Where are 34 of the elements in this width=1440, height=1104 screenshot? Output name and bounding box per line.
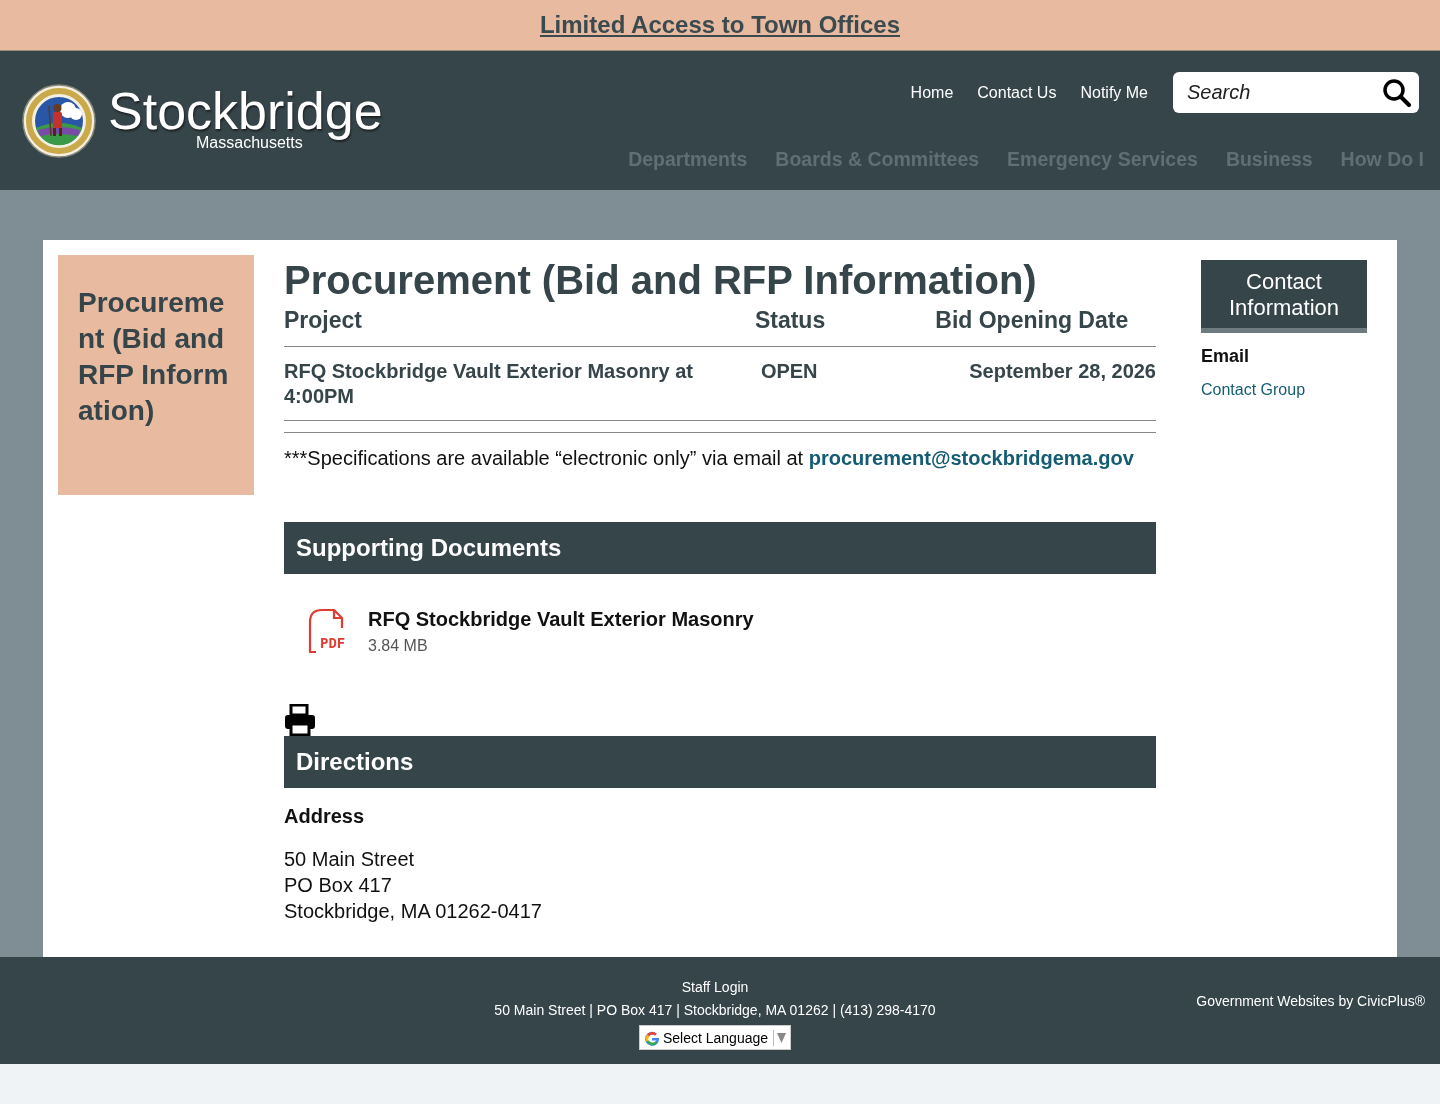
column-header: Status bbox=[754, 303, 930, 347]
credit-text: Government Websites by CivicPlus® bbox=[1196, 993, 1425, 1009]
address-text: 50 Main Street PO Box 417 Stockbridge, MA 01262-0417 bbox=[284, 847, 543, 924]
contact-link[interactable]: Contact Group bbox=[1201, 381, 1306, 399]
file-size: 3.84 MB bbox=[368, 637, 429, 655]
email-link[interactable]: procurement@stockbridgema.gov bbox=[808, 447, 1134, 469]
address-label: Address bbox=[284, 805, 366, 828]
utility-link[interactable]: Notify Me bbox=[1080, 83, 1148, 102]
column-header: Bid Opening Date bbox=[929, 303, 1156, 347]
utility-link[interactable]: Home bbox=[910, 83, 954, 102]
contact-header: Contact Information bbox=[1201, 260, 1367, 333]
document-link[interactable]: RFQ Stockbridge Vault Exterior Masonry bbox=[368, 608, 754, 631]
page-title: Procurement (Bid and RFP Information) bbox=[284, 257, 1038, 303]
search-icon bbox=[1382, 78, 1411, 107]
file-type-label: PDF bbox=[320, 635, 346, 651]
search-field[interactable]: Search bbox=[1173, 72, 1419, 113]
document-icon bbox=[308, 608, 344, 654]
language-select[interactable]: Select Language bbox=[638, 1025, 792, 1050]
column-header: Project bbox=[284, 303, 755, 347]
google-icon bbox=[643, 1029, 660, 1046]
table-cell: RFQ Stockbridge Vault Exterior Masonry at 4:00PM bbox=[284, 346, 755, 421]
utility-link[interactable]: Contact Us bbox=[977, 83, 1057, 102]
specifications-note: ***Specifications are available “electronic only” via email at procurement@stockbridgema.gov bbox=[284, 447, 1135, 470]
printer-icon[interactable] bbox=[284, 704, 316, 736]
contact-label: Email bbox=[1201, 346, 1250, 367]
table-cell: September 28, 2026 bbox=[929, 346, 1156, 421]
status-cell: OPEN bbox=[754, 346, 930, 421]
caret-icon bbox=[777, 1032, 787, 1043]
section-header: Supporting Documents bbox=[284, 522, 1156, 574]
section-header: Directions bbox=[284, 736, 1156, 788]
alert-link[interactable]: Limited Access to Town Offices bbox=[539, 11, 901, 39]
staff-login-link[interactable]: Staff Login bbox=[681, 979, 749, 995]
sidebar-title: Procurement (Bid and RFP Information) bbox=[78, 286, 230, 428]
footer-address: 50 Main Street | PO Box 417 | Stockbridge, MA 01262 | (413) 298-4170 bbox=[494, 1002, 936, 1018]
